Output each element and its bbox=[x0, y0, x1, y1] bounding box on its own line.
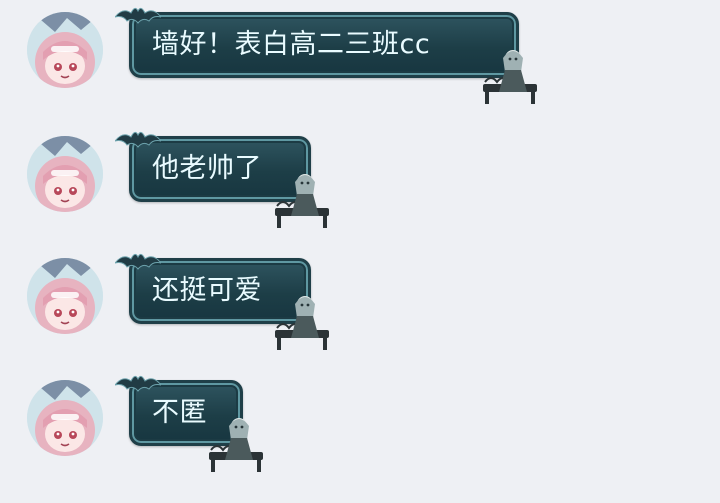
gothic-doll-bench-icon bbox=[275, 296, 329, 350]
message-text: 还挺可爱 bbox=[152, 275, 262, 306]
message-text: 不匿 bbox=[152, 397, 207, 428]
avatar[interactable] bbox=[27, 258, 103, 334]
bat-ornament-icon bbox=[115, 253, 161, 270]
avatar-image bbox=[27, 380, 103, 456]
gothic-doll-bench-icon bbox=[209, 418, 263, 472]
avatar-image bbox=[27, 258, 103, 334]
avatar-image bbox=[27, 136, 103, 212]
avatar[interactable] bbox=[27, 380, 103, 456]
gothic-doll-bench-icon bbox=[275, 174, 329, 228]
bat-ornament-icon bbox=[115, 7, 161, 24]
message-text: 他老帅了 bbox=[152, 153, 262, 184]
message-text: 墙好！表白高二三班cc bbox=[152, 29, 431, 60]
bat-ornament-icon bbox=[115, 375, 161, 392]
chat-area: 墙好！表白高二三班cc 他老帅了 还挺可爱 不匿 bbox=[0, 0, 720, 503]
gothic-doll-bench-icon bbox=[483, 50, 537, 104]
avatar[interactable] bbox=[27, 136, 103, 212]
bat-ornament-icon bbox=[115, 131, 161, 148]
avatar[interactable] bbox=[27, 12, 103, 88]
avatar-image bbox=[27, 12, 103, 88]
